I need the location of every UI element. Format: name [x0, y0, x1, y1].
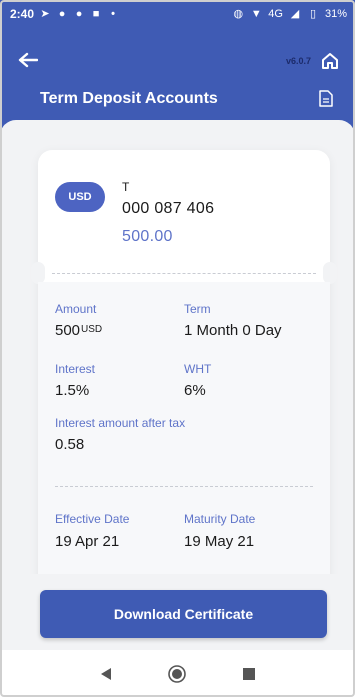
- back-arrow-icon: [18, 52, 38, 68]
- location-arrow-icon: ➤: [40, 8, 50, 20]
- video-icon: ■: [92, 8, 100, 20]
- battery-level: 31%: [324, 8, 347, 20]
- nav-recents-icon: [243, 667, 256, 680]
- vibrate-icon: ◍: [233, 8, 244, 20]
- app-version: v6.0.7: [285, 56, 311, 66]
- amount-label: Amount: [55, 302, 97, 316]
- wifi-icon: ▼: [250, 8, 262, 20]
- interest-after-tax-label: Interest amount after tax: [55, 416, 186, 430]
- amount-unit: USD: [81, 324, 103, 335]
- bottom-action-area: Download Certificate: [0, 574, 355, 650]
- card-divider: [52, 273, 316, 274]
- signal-icon: ◢: [290, 8, 300, 20]
- app-notification-icon-2: ●: [75, 8, 83, 20]
- amount-number: 500: [55, 322, 81, 339]
- account-number: 000 087 406: [122, 200, 215, 217]
- document-button[interactable]: [315, 86, 337, 110]
- deposit-card: USD T 000 087 406 500.00 Amount 500USD T…: [31, 150, 337, 640]
- term-value: 1 Month 0 Day: [184, 322, 282, 339]
- wht-value: 6%: [184, 382, 206, 399]
- maturity-date-label: Maturity Date: [184, 512, 256, 526]
- account-summary: USD T 000 087 406 500.00: [38, 150, 330, 278]
- nav-recents-button[interactable]: [234, 659, 264, 689]
- app-header: v6.0.7 Term Deposit Accounts: [0, 28, 355, 132]
- nav-home-icon: [168, 664, 187, 683]
- nav-back-icon: [100, 667, 111, 680]
- account-balance: 500.00: [122, 228, 173, 245]
- nav-home-button[interactable]: [162, 659, 192, 689]
- status-bar: 2:40 ➤ ● ● ■ • ◍ ▼ 4G ◢ ▯ 31%: [0, 0, 355, 28]
- effective-date-value: 19 Apr 21: [55, 533, 120, 550]
- nav-back-button[interactable]: [91, 659, 121, 689]
- maturity-date-value: 19 May 21: [184, 533, 255, 550]
- currency-badge: USD: [55, 182, 105, 212]
- term-label: Term: [184, 302, 211, 316]
- card-notch-left: [31, 262, 45, 284]
- status-right: ◍ ▼ 4G ◢ ▯ 31%: [232, 8, 347, 20]
- card-notch-right: [323, 262, 337, 284]
- back-button[interactable]: [14, 46, 42, 74]
- interest-label: Interest: [55, 362, 96, 376]
- interest-after-tax-value: 0.58: [55, 436, 85, 453]
- status-left: 2:40 ➤ ● ● ■ •: [10, 7, 119, 21]
- details-divider: [55, 486, 313, 487]
- document-icon: [319, 89, 333, 107]
- effective-date-label: Effective Date: [55, 512, 130, 526]
- home-icon: [322, 53, 338, 69]
- more-dot-icon: •: [111, 8, 115, 20]
- battery-icon: ▯: [309, 8, 316, 20]
- download-certificate-button[interactable]: Download Certificate: [40, 590, 327, 638]
- amount-value: 500USD: [55, 322, 102, 339]
- system-nav-bar: [0, 650, 355, 697]
- phone-screen: 2:40 ➤ ● ● ■ • ◍ ▼ 4G ◢ ▯ 31% v6.0.7 Ter…: [0, 0, 355, 697]
- network-type: 4G: [268, 8, 283, 20]
- page-title: Term Deposit Accounts: [40, 90, 218, 107]
- status-time: 2:40: [10, 7, 35, 21]
- wht-label: WHT: [184, 362, 212, 376]
- account-name: T: [122, 180, 130, 194]
- app-notification-icon: ●: [58, 8, 66, 20]
- home-button[interactable]: [317, 48, 343, 74]
- interest-value: 1.5%: [55, 382, 90, 399]
- content-area: USD T 000 087 406 500.00 Amount 500USD T…: [0, 120, 355, 640]
